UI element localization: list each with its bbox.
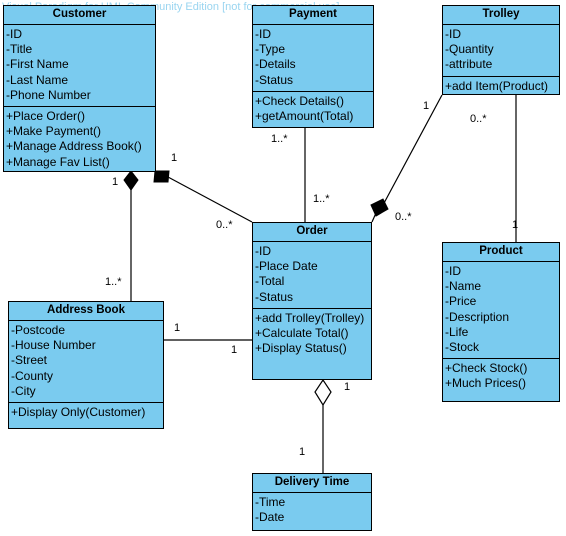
attribute-row: -Type (255, 42, 286, 57)
attribute-row: -Total (255, 274, 285, 289)
class-attributes-delivery-time: -Time -Date (253, 493, 371, 528)
attribute-row: -Quantity (445, 42, 494, 57)
attribute-row: -Date (255, 510, 285, 525)
attribute-row: -ID (6, 27, 22, 41)
class-attributes-customer: -ID -Title -First Name -Last Name -Phone… (4, 25, 155, 108)
multiplicity-trolley-order-far: 0..* (395, 211, 412, 223)
operation-row: +Much Prices() (445, 376, 527, 391)
class-name-address-book: Address Book (9, 302, 163, 321)
attribute-row: -Time (255, 495, 286, 509)
attribute-row: -Description (445, 309, 510, 324)
attribute-row: -Name (445, 279, 482, 294)
class-name-trolley: Trolley (443, 6, 559, 25)
attribute-row: -House Number (11, 338, 96, 353)
attribute-row: -Status (255, 289, 294, 304)
class-box-delivery-time[interactable]: Delivery Time -Time -Date (252, 473, 372, 531)
class-operations-product: +Check Stock() +Much Prices() (443, 359, 559, 394)
attribute-row: -Status (255, 72, 294, 87)
attribute-row: -Place Date (255, 259, 318, 274)
class-attributes-trolley: -ID -Quantity -attribute (443, 25, 559, 77)
attribute-row: -First Name (6, 57, 69, 72)
attribute-row: -ID (445, 264, 461, 278)
multiplicity-address-book-order-far: 1 (231, 344, 238, 356)
class-box-trolley[interactable]: Trolley -ID -Quantity -attribute +add It… (442, 5, 560, 95)
edge-order-delivery-time (314, 378, 332, 473)
attribute-row: -Postcode (11, 323, 66, 337)
attribute-row: -ID (255, 244, 271, 258)
multiplicity-payment-far: 1..* (313, 193, 330, 205)
attribute-row: -attribute (445, 57, 493, 72)
operation-row: +Check Details() (255, 93, 345, 108)
multiplicity-payment-near: 1..* (271, 133, 288, 145)
operation-row: +add Trolley(Trolley) (255, 310, 365, 325)
attribute-row: -Last Name (6, 72, 69, 87)
attribute-row: -Stock (445, 340, 480, 355)
class-operations-order: +add Trolley(Trolley) +Calculate Total()… (253, 309, 371, 360)
class-attributes-order: -ID -Place Date -Total -Status (253, 242, 371, 309)
attribute-row: -County (11, 368, 54, 383)
class-box-payment[interactable]: Payment -ID -Type -Details -Status +Chec… (252, 5, 374, 128)
class-operations-customer: +Place Order() +Make Payment() +Manage A… (4, 107, 155, 173)
multiplicity-trolley-product-far: 1 (512, 219, 519, 231)
edge-customer-order (153, 170, 253, 223)
class-box-address-book[interactable]: Address Book -Postcode -House Number -St… (8, 301, 164, 429)
attribute-row: -Price (445, 294, 477, 309)
class-name-payment: Payment (253, 6, 373, 25)
operation-row: +Calculate Total() (255, 326, 349, 341)
uml-diagram-canvas: Visual Paradigm for UML Community Editio… (0, 0, 566, 536)
attribute-row: -Phone Number (6, 87, 91, 102)
operation-row: +Manage Fav List() (6, 154, 110, 169)
operation-row: +Place Order() (6, 109, 86, 124)
operation-row: +Display Only(Customer) (11, 405, 146, 420)
operation-row: +add Item(Product) (445, 78, 549, 93)
class-name-product: Product (443, 243, 559, 262)
multiplicity-customer-order-far: 0..* (216, 219, 233, 231)
attribute-row: -Details (255, 57, 296, 72)
class-operations-payment: +Check Details() +getAmount(Total) (253, 92, 373, 127)
multiplicity-trolley-product-near: 0..* (470, 113, 487, 125)
attribute-row: -Title (6, 42, 33, 57)
attribute-row: -City (11, 383, 36, 398)
class-name-customer: Customer (4, 6, 155, 25)
multiplicity-customer-address-book-near: 1 (112, 176, 119, 188)
attribute-row: -ID (445, 27, 461, 41)
edge-customer-address-book (123, 170, 139, 301)
multiplicity-order-delivery-far: 1 (299, 446, 306, 458)
operation-row: +Check Stock() (445, 361, 528, 376)
operation-row: +Display Status() (255, 341, 347, 356)
class-attributes-product: -ID -Name -Price -Description -Life -Sto… (443, 262, 559, 360)
edge-trolley-order (370, 94, 443, 223)
class-attributes-address-book: -Postcode -House Number -Street -County … (9, 321, 163, 404)
multiplicity-customer-order-near: 1 (171, 152, 178, 164)
attribute-row: -Life (445, 324, 469, 339)
class-box-order[interactable]: Order -ID -Place Date -Total -Status +ad… (252, 222, 372, 380)
multiplicity-customer-address-book-far: 1..* (105, 276, 122, 288)
operation-row: +Make Payment() (6, 124, 102, 139)
class-name-order: Order (253, 223, 371, 242)
operation-row: +Manage Address Book() (6, 139, 142, 154)
attribute-row: -ID (255, 27, 271, 41)
class-operations-address-book: +Display Only(Customer) (9, 403, 163, 423)
class-box-product[interactable]: Product -ID -Name -Price -Description -L… (442, 242, 560, 402)
class-name-delivery-time: Delivery Time (253, 474, 371, 493)
multiplicity-trolley-order-near: 1 (423, 100, 430, 112)
attribute-row: -Street (11, 353, 48, 368)
class-operations-trolley: +add Item(Product) (443, 77, 559, 97)
class-box-customer[interactable]: Customer -ID -Title -First Name -Last Na… (3, 5, 156, 172)
class-attributes-payment: -ID -Type -Details -Status (253, 25, 373, 92)
operation-row: +getAmount(Total) (255, 109, 354, 124)
multiplicity-address-book-order-near: 1 (174, 322, 181, 334)
multiplicity-order-delivery-near: 1 (344, 381, 351, 393)
